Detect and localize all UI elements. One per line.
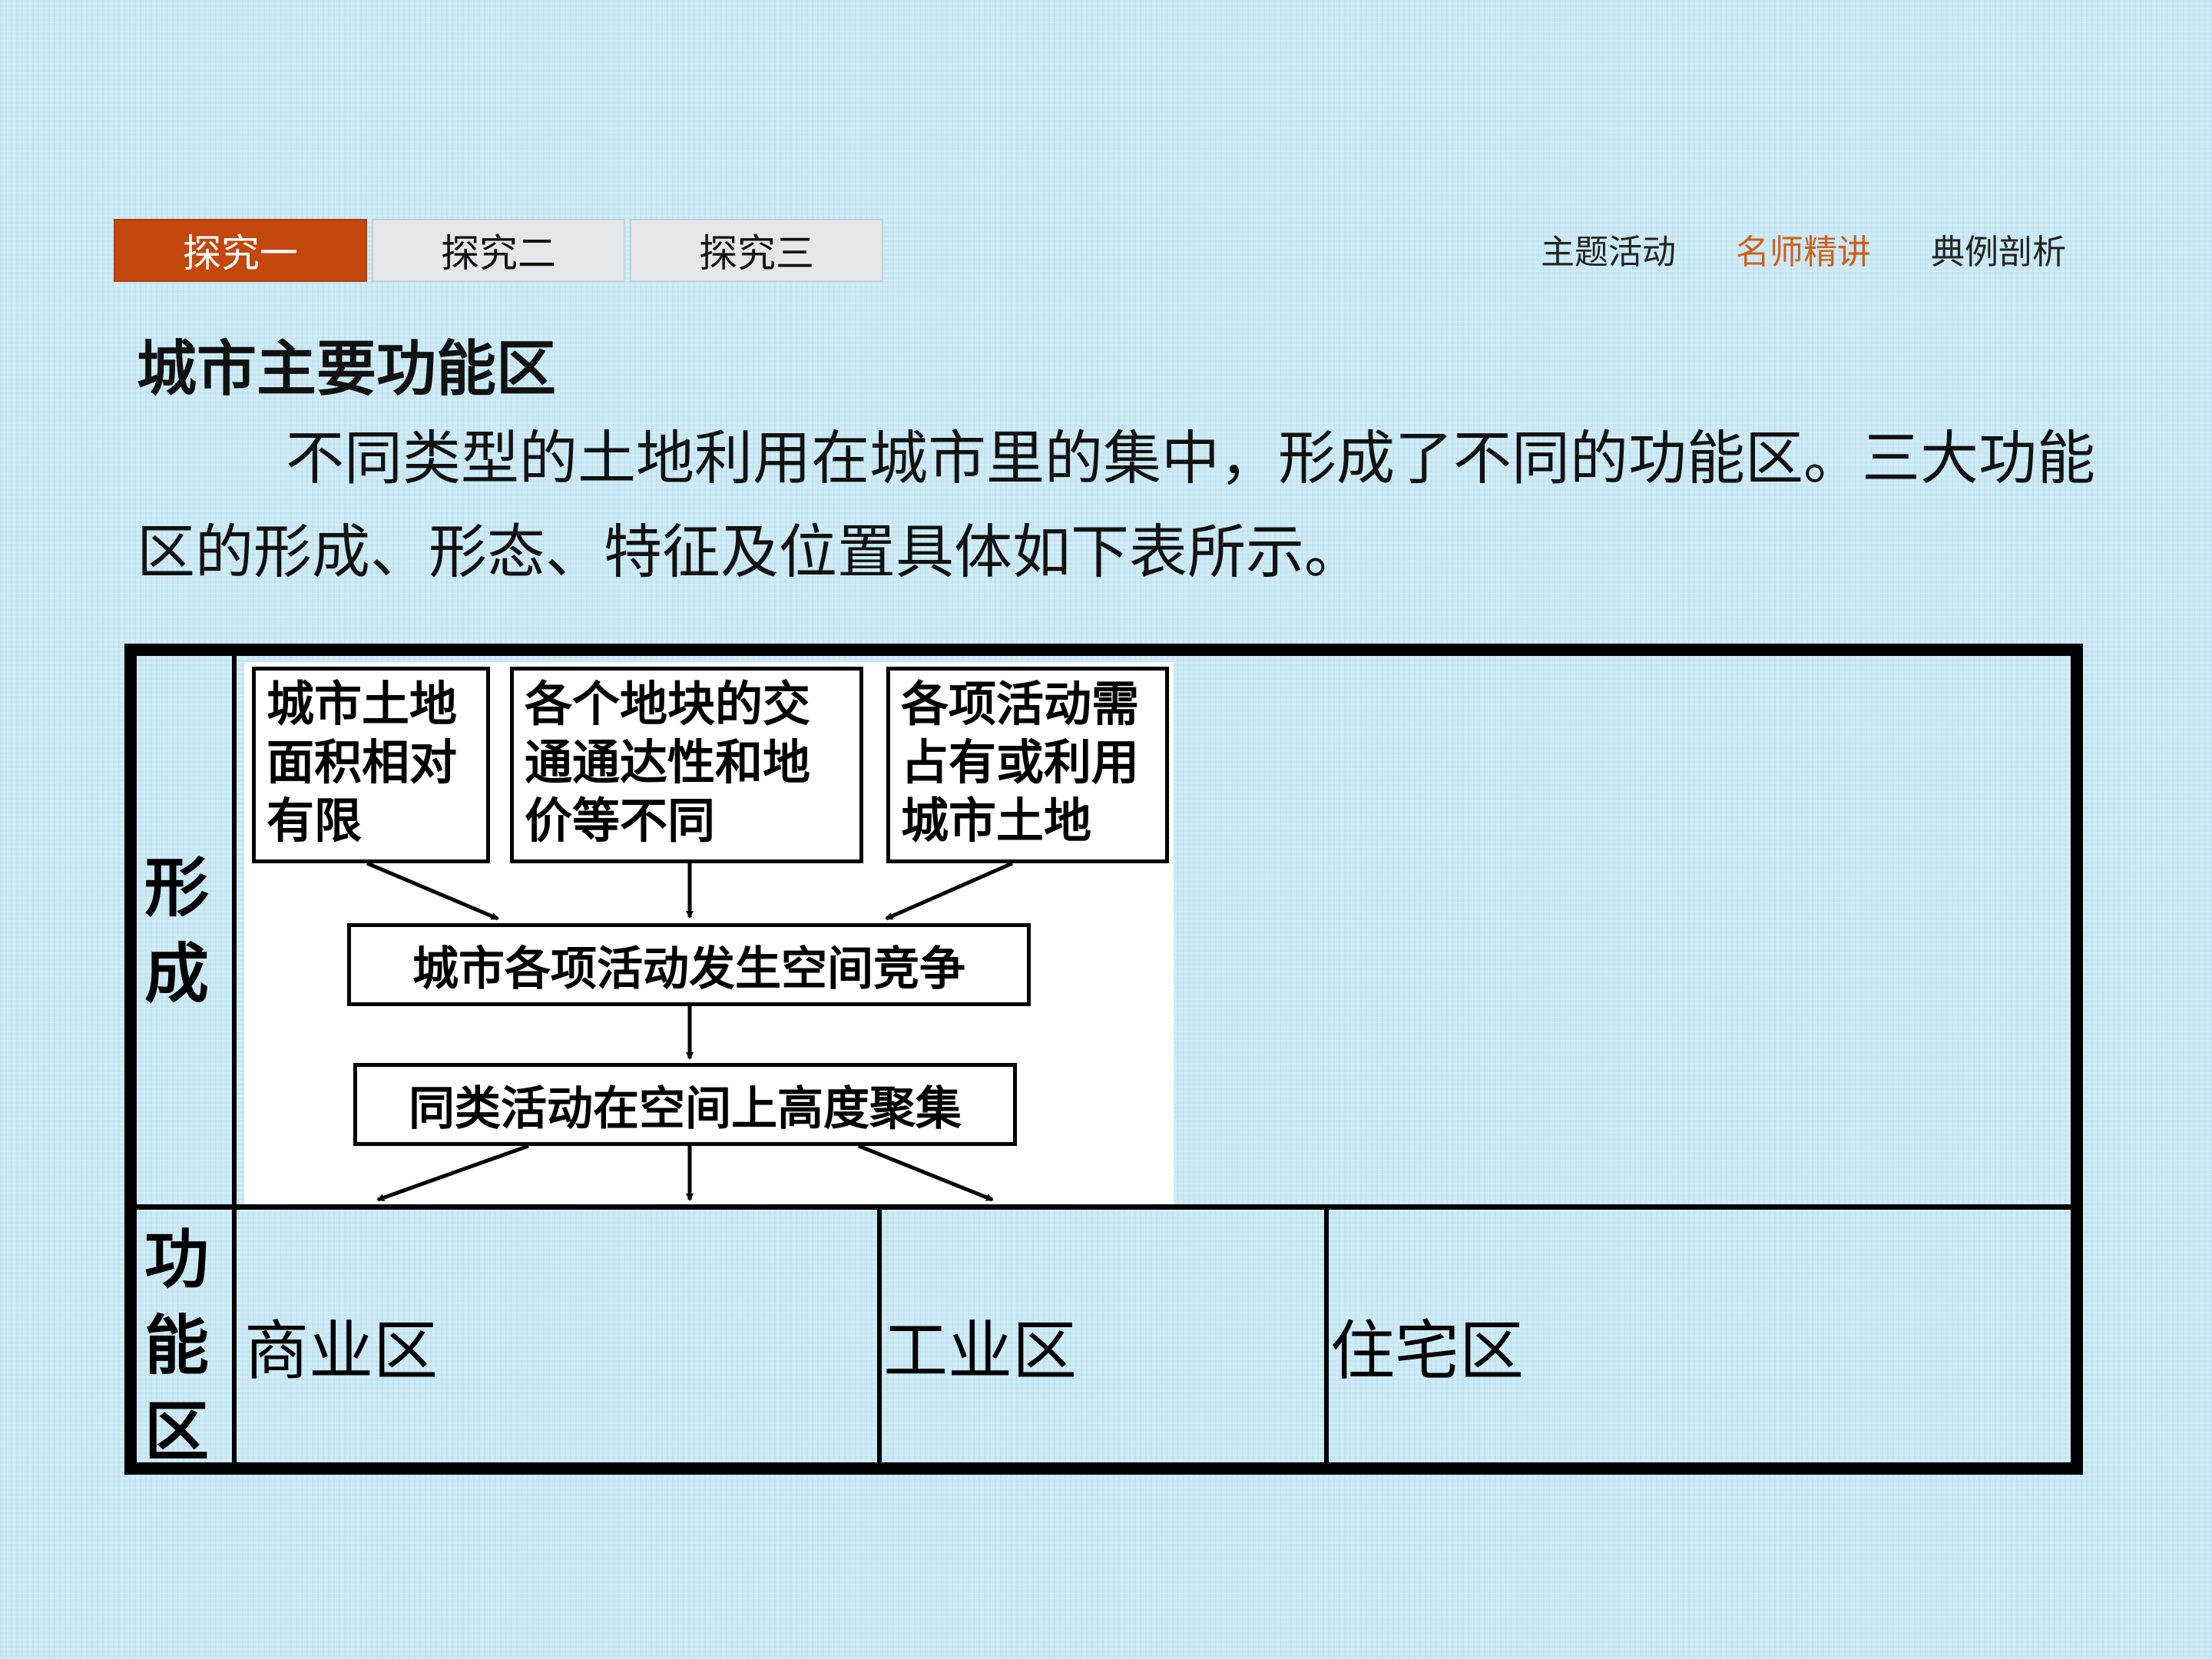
table-divider-row <box>137 1204 2071 1210</box>
formation-flowchart: 城市土地面积相对有限 各个地块的交通通达性和地价等不同 各项活动需占有或利用城市… <box>244 662 1174 1204</box>
table-divider-label-col <box>232 656 237 1462</box>
nav-example-analysis[interactable]: 典例剖析 <box>1931 224 2066 273</box>
table-divider-zone-1 <box>877 1204 882 1462</box>
flow-box-space-competition: 城市各项活动发生空间竞争 <box>347 923 1031 1006</box>
table-divider-zone-2 <box>1324 1204 1329 1462</box>
intro-paragraph: 不同类型的土地利用在城市里的集中，形成了不同的功能区。三大功能区的形成、形态、特… <box>137 424 2095 586</box>
nav-teacher-lecture[interactable]: 名师精讲 <box>1736 224 1871 273</box>
function-zone-table: 形成 功能区 城市土地面积相对有限 各个地块的交通通达性和地价等不同 各项活动需… <box>124 644 2083 1475</box>
flow-box-spatial-agglomeration: 同类活动在空间上高度聚集 <box>353 1063 1017 1146</box>
flow-box-activities-need-land: 各项活动需占有或利用城市土地 <box>886 667 1169 863</box>
nav-theme-activity[interactable]: 主题活动 <box>1541 224 1676 273</box>
section-tabs: 探究一 探究二 探究三 <box>114 219 888 282</box>
zone-residential: 住宅区 <box>1330 1313 1525 1389</box>
flow-box-land-limited: 城市土地面积相对有限 <box>252 667 490 863</box>
zone-commercial: 商业区 <box>244 1313 439 1389</box>
page-title: 城市主要功能区 <box>137 335 557 404</box>
row-label-function-zone: 功能区 <box>144 1222 210 1469</box>
row-label-formation: 形成 <box>144 850 210 1012</box>
tab-explore-2[interactable]: 探究二 <box>372 219 625 282</box>
tab-explore-1[interactable]: 探究一 <box>114 219 367 282</box>
zone-industrial: 工业区 <box>883 1313 1078 1389</box>
flow-box-accessibility: 各个地块的交通通达性和地价等不同 <box>510 667 863 863</box>
top-nav: 主题活动 名师精讲 典例剖析 <box>1541 224 2066 273</box>
tab-explore-3[interactable]: 探究三 <box>630 219 883 282</box>
